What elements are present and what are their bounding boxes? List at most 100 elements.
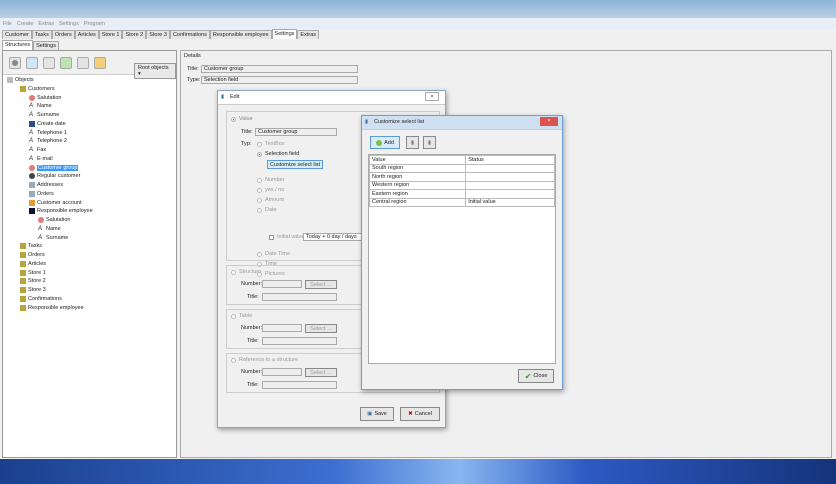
cancel-button[interactable]: ✖ Cancel [400, 407, 440, 421]
structure-radio[interactable]: Structure [231, 269, 261, 275]
edit-item-button[interactable]: ▮ [406, 136, 419, 149]
tree-item[interactable]: Store 1 [20, 269, 46, 277]
menu-item[interactable]: Extras [38, 21, 54, 27]
text-icon: A [38, 225, 43, 232]
tab-store-1[interactable]: Store 1 [98, 30, 123, 39]
tab-extras[interactable]: Extras [297, 30, 320, 39]
tree-item[interactable]: Regular customer [29, 172, 80, 180]
type-radio-yes-no[interactable]: yes / no [257, 187, 284, 193]
tab-articles[interactable]: Articles [74, 30, 99, 39]
sort-icon[interactable] [77, 57, 89, 69]
initial-value-field[interactable]: Today + 0 day / days [303, 233, 363, 241]
add-button[interactable]: Add [370, 136, 400, 149]
tree-item-label: Surname [46, 234, 69, 241]
subtab-structures[interactable]: Structures [2, 40, 34, 50]
table-row[interactable]: Central region Initial value [368, 197, 555, 207]
tree-item[interactable]: A Name [38, 225, 61, 233]
type-radio-date-time[interactable]: Date Time [257, 251, 290, 257]
tree-item[interactable]: A Surname [29, 111, 59, 119]
tab-confirmations[interactable]: Confirmations [169, 30, 210, 39]
initial-value-checkbox[interactable]: Initial value: [269, 234, 306, 240]
tree-item[interactable]: A Fax [29, 146, 46, 154]
number-field[interactable] [262, 280, 302, 288]
circle-icon[interactable] [9, 57, 21, 69]
type-radio-number[interactable]: Number [257, 177, 285, 183]
menu-item[interactable]: Program [84, 21, 105, 27]
tab-tasks[interactable]: Tasks [31, 30, 52, 39]
tab-settings[interactable]: Settings [271, 29, 298, 39]
table-cell: Central region [368, 197, 467, 207]
edit-icon[interactable] [26, 57, 38, 69]
menu-item[interactable]: File [3, 21, 12, 27]
tab-store-2[interactable]: Store 2 [122, 30, 147, 39]
tree-item[interactable]: A Surname [38, 234, 68, 242]
number-field[interactable] [262, 324, 302, 332]
type-field[interactable]: Selection field [201, 76, 358, 84]
tab-store-3[interactable]: Store 3 [146, 30, 170, 39]
type-radio-amount[interactable]: Amount [257, 197, 284, 203]
tree-item[interactable]: Tasks [20, 242, 42, 250]
tree-item[interactable]: Orders [20, 251, 45, 259]
tree-item[interactable]: Create date [29, 120, 66, 128]
copy-icon[interactable] [43, 57, 55, 69]
delete-button[interactable]: ▮ [423, 136, 436, 149]
title-field[interactable] [262, 337, 337, 345]
tree-item[interactable]: Salutation [29, 94, 61, 102]
tree-item[interactable]: Orders [29, 190, 54, 198]
tree-item[interactable]: Store 3 [20, 286, 46, 294]
column-header[interactable]: Value [368, 155, 467, 165]
type-radio-selection-field[interactable]: Selection field [257, 151, 299, 157]
tree-item[interactable]: Customer group [29, 164, 79, 172]
tree-item[interactable]: Addresses [29, 181, 63, 189]
refresh-icon[interactable] [60, 57, 72, 69]
title-field[interactable] [262, 381, 337, 389]
select-button[interactable]: Select ... [305, 324, 337, 333]
close-icon[interactable]: × [540, 117, 558, 126]
save-button[interactable]: ▣ Save [360, 407, 394, 421]
tree-item[interactable]: A Telephone 1 [29, 129, 67, 137]
tab-orders[interactable]: Orders [51, 30, 75, 39]
customize-select-list-dialog: ▮ Customize select list × Add ▮ ▮ Value S… [361, 115, 563, 390]
tree-item[interactable]: Salutation [38, 216, 70, 224]
tree-item[interactable]: Customer account [29, 199, 82, 207]
value-radio[interactable]: Value [231, 116, 253, 122]
table-row[interactable]: Eastern region [368, 189, 555, 199]
close-icon[interactable]: × [425, 92, 439, 101]
tree-item-label: Addresses [37, 182, 63, 188]
tree-item[interactable]: Articles [20, 260, 46, 268]
tree-item[interactable]: A E-mail [29, 155, 53, 163]
menu-item[interactable]: Settings [59, 21, 79, 27]
column-header[interactable]: Status [465, 155, 555, 165]
root-objects-dropdown[interactable]: Root objects ▾ [134, 63, 176, 79]
tree-item[interactable]: Customers [20, 85, 55, 93]
type-radio-date[interactable]: Date [257, 207, 277, 213]
tab-customer[interactable]: Customer [2, 30, 32, 39]
subtab-settings[interactable]: Settings [33, 41, 59, 50]
radio-icon [257, 177, 262, 183]
title-field[interactable]: Customer group [201, 65, 358, 73]
title-field[interactable] [262, 293, 337, 301]
lock-icon[interactable] [94, 57, 106, 69]
close-button[interactable]: ✔ Close [518, 369, 554, 383]
table-row[interactable]: Western region [368, 180, 555, 190]
edit-title-field[interactable]: Customer group [255, 128, 337, 136]
table-row[interactable]: South region [368, 163, 555, 173]
menu-item[interactable]: Create [17, 21, 34, 27]
select-button[interactable]: Select ... [305, 368, 337, 377]
tree-item[interactable]: Responsible employee [20, 304, 84, 312]
tree-item[interactable]: Responsible employee [29, 207, 93, 215]
tree-item[interactable]: Store 2 [20, 277, 46, 285]
tree-item[interactable]: Confirmations [20, 295, 62, 303]
tree-item[interactable]: Objects [7, 76, 34, 84]
type-radio-textbox[interactable]: TextBox [257, 141, 285, 147]
tree-item[interactable]: A Name [29, 102, 52, 110]
edit-title-label: Title: [241, 129, 253, 135]
table-row[interactable]: North region [368, 172, 555, 182]
customize-select-list-button[interactable]: Customize select list [267, 160, 323, 169]
table-radio[interactable]: Table [231, 313, 252, 319]
select-button[interactable]: Select ... [305, 280, 337, 289]
reference-radio[interactable]: Reference to a structure [231, 357, 298, 363]
number-field[interactable] [262, 368, 302, 376]
tab-responsible-employee[interactable]: Responsible employee [209, 30, 272, 39]
tree-item[interactable]: A Telephone 2 [29, 137, 67, 145]
